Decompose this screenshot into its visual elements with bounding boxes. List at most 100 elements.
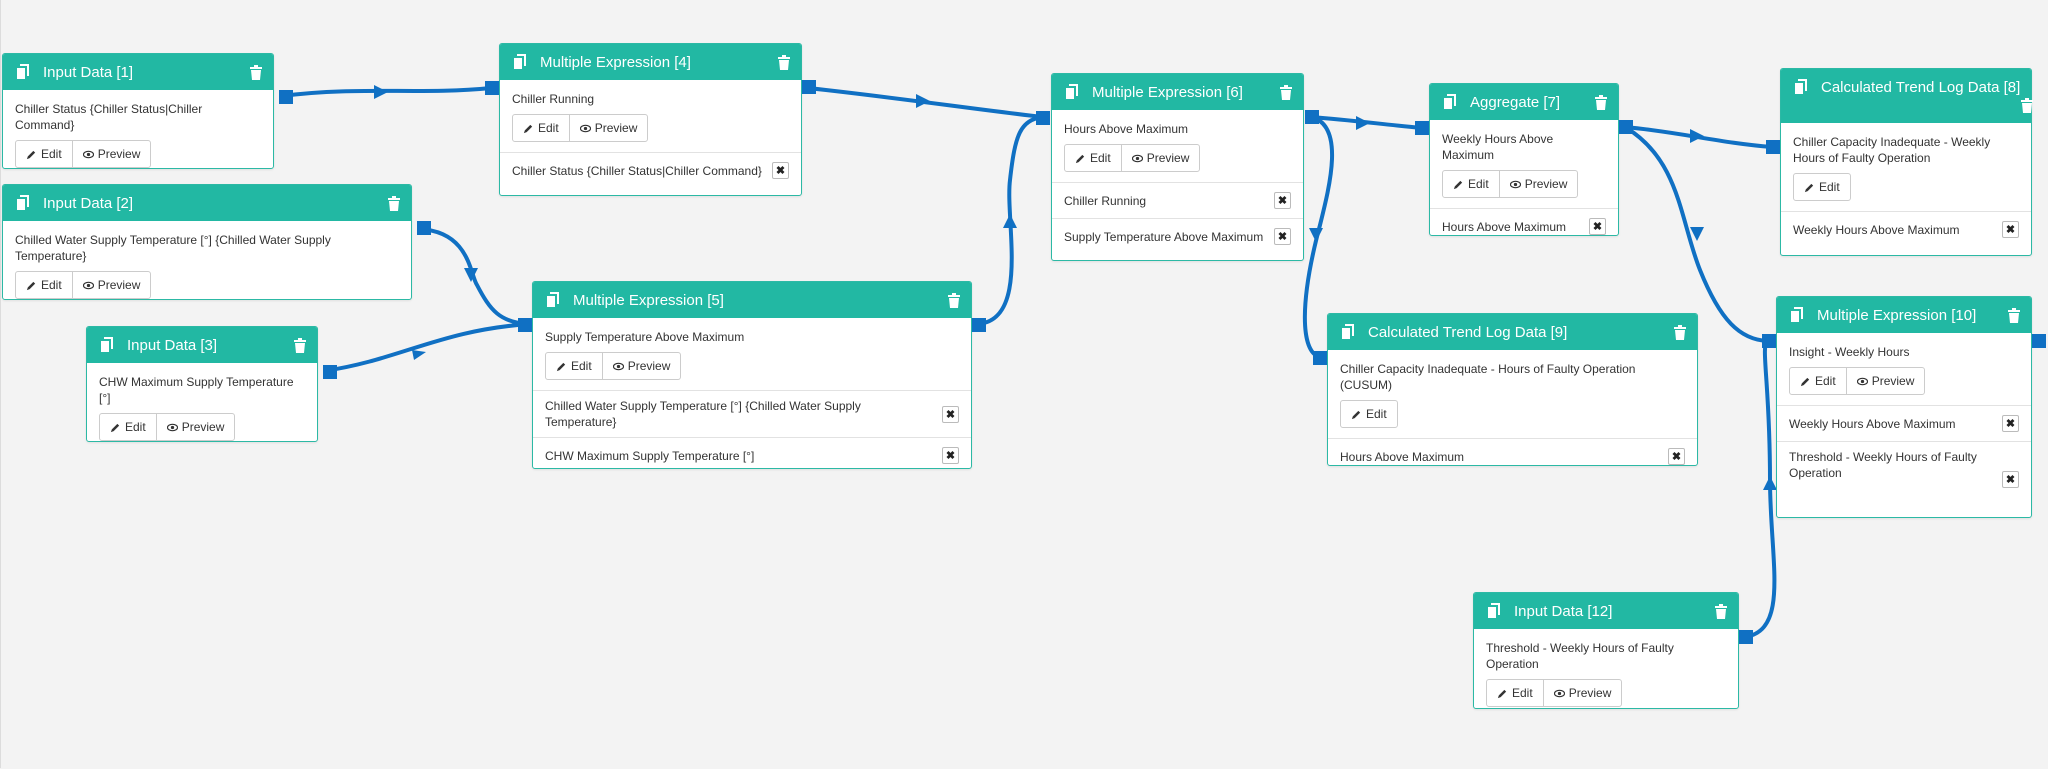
remove-input-button[interactable]: ✖ xyxy=(2002,415,2019,432)
preview-button[interactable]: Preview xyxy=(1120,145,1200,171)
eye-icon xyxy=(1856,377,1868,385)
preview-button[interactable]: Preview xyxy=(71,141,151,167)
pencil-icon xyxy=(26,281,36,290)
remove-input-button[interactable]: ✖ xyxy=(772,162,789,179)
edit-button[interactable]: Edit xyxy=(1794,174,1850,200)
node-title: Multiple Expression [4] xyxy=(540,53,691,71)
node-multiple-expression-4[interactable]: Multiple Expression [4] Chiller Running … xyxy=(485,43,816,196)
node-input-data-3[interactable]: Input Data [3] CHW Maximum Supply Temper… xyxy=(86,326,337,442)
trash-icon[interactable] xyxy=(2020,97,2034,113)
trash-icon[interactable] xyxy=(777,54,791,70)
edit-button[interactable]: Edit xyxy=(546,353,602,379)
preview-button[interactable]: Preview xyxy=(155,414,235,440)
node-header[interactable]: Input Data [12] xyxy=(1474,593,1738,629)
node-header[interactable]: Multiple Expression [10] xyxy=(1777,297,2031,333)
edit-button[interactable]: Edit xyxy=(16,272,72,298)
node-multiple-expression-10[interactable]: Multiple Expression [10] Insight - Weekl… xyxy=(1762,296,2046,518)
eye-icon xyxy=(1509,180,1521,188)
node-header[interactable]: Multiple Expression [4] xyxy=(500,44,801,80)
node-aggregate-7[interactable]: Aggregate [7] Weekly Hours Above Maximum… xyxy=(1415,83,1633,236)
input-label: Supply Temperature Above Maximum xyxy=(1064,229,1264,244)
node-header[interactable]: Aggregate [7] xyxy=(1430,84,1618,120)
remove-input-button[interactable]: ✖ xyxy=(1668,448,1685,465)
copy-icon xyxy=(17,64,29,79)
copy-icon xyxy=(1488,603,1500,618)
edit-button[interactable]: Edit xyxy=(513,115,569,141)
trash-icon[interactable] xyxy=(1594,94,1608,110)
input-port[interactable] xyxy=(1036,111,1050,125)
output-port[interactable] xyxy=(802,80,816,94)
preview-button[interactable]: Preview xyxy=(1845,368,1925,394)
preview-button[interactable]: Preview xyxy=(1542,680,1622,706)
trash-icon[interactable] xyxy=(387,195,401,211)
remove-input-button[interactable]: ✖ xyxy=(1589,218,1606,235)
node-input-data-1[interactable]: Input Data [1] Chiller Status {Chiller S… xyxy=(2,53,293,169)
node-header[interactable]: Calculated Trend Log Data [8] xyxy=(1781,69,2034,123)
node-header[interactable]: Input Data [2] xyxy=(3,185,411,221)
edit-button[interactable]: Edit xyxy=(16,141,72,167)
trash-icon[interactable] xyxy=(249,64,263,80)
node-output-label: Chiller Capacity Inadequate - Weekly Hou… xyxy=(1793,135,1991,165)
preview-button[interactable]: Preview xyxy=(568,115,648,141)
node-header[interactable]: Input Data [3] xyxy=(87,327,317,363)
edit-button[interactable]: Edit xyxy=(1341,401,1397,427)
input-port[interactable] xyxy=(485,81,499,95)
output-port[interactable] xyxy=(417,221,431,235)
output-port[interactable] xyxy=(1739,630,1753,644)
trash-icon[interactable] xyxy=(947,292,961,308)
output-port[interactable] xyxy=(2032,334,2046,348)
input-port[interactable] xyxy=(1766,140,1780,154)
input-label: Chiller Status {Chiller Status|Chiller C… xyxy=(512,163,762,178)
output-port[interactable] xyxy=(279,90,293,104)
trash-icon[interactable] xyxy=(293,337,307,353)
remove-input-button[interactable]: ✖ xyxy=(942,405,959,423)
trash-icon[interactable] xyxy=(1714,603,1728,619)
edit-button[interactable]: Edit xyxy=(1487,680,1543,706)
preview-button[interactable]: Preview xyxy=(601,353,681,379)
node-output-label: Weekly Hours Above Maximum xyxy=(1442,132,1554,162)
trash-icon[interactable] xyxy=(1279,84,1293,100)
edit-button[interactable]: Edit xyxy=(1065,145,1121,171)
pencil-icon xyxy=(1075,154,1085,163)
eye-icon xyxy=(82,150,94,158)
remove-input-button[interactable]: ✖ xyxy=(1274,192,1291,209)
input-port[interactable] xyxy=(1415,121,1429,135)
node-input-data-12[interactable]: Input Data [12] Threshold - Weekly Hours… xyxy=(1473,592,1753,709)
preview-button[interactable]: Preview xyxy=(1498,171,1578,197)
trash-icon[interactable] xyxy=(1673,324,1687,340)
node-calculated-trend-log-8[interactable]: Calculated Trend Log Data [8] Chiller Ca… xyxy=(1766,68,2034,256)
copy-icon xyxy=(547,292,559,307)
remove-input-button[interactable]: ✖ xyxy=(2002,221,2019,238)
edit-button[interactable]: Edit xyxy=(1443,171,1499,197)
node-header[interactable]: Multiple Expression [5] xyxy=(533,282,971,318)
node-header[interactable]: Input Data [1] xyxy=(3,54,273,90)
edit-button[interactable]: Edit xyxy=(1790,368,1846,394)
input-port[interactable] xyxy=(1313,351,1327,365)
node-input-data-2[interactable]: Input Data [2] Chilled Water Supply Temp… xyxy=(2,184,431,300)
node-multiple-expression-6[interactable]: Multiple Expression [6] Hours Above Maxi… xyxy=(1036,73,1319,261)
input-row: Chiller Running ✖ xyxy=(1052,182,1303,218)
remove-input-button[interactable]: ✖ xyxy=(942,447,959,464)
remove-input-button[interactable]: ✖ xyxy=(2002,471,2019,488)
node-title: Multiple Expression [5] xyxy=(573,291,724,309)
preview-button[interactable]: Preview xyxy=(71,272,151,298)
output-port[interactable] xyxy=(323,365,337,379)
node-title: Multiple Expression [10] xyxy=(1817,306,1977,324)
copy-icon xyxy=(1066,84,1078,99)
input-label: Hours Above Maximum xyxy=(1340,449,1465,464)
node-multiple-expression-5[interactable]: Multiple Expression [5] Supply Temperatu… xyxy=(518,281,986,469)
node-calculated-trend-log-9[interactable]: Calculated Trend Log Data [9] Chiller Ca… xyxy=(1313,313,1698,466)
node-output-label: Hours Above Maximum xyxy=(1064,122,1189,136)
remove-input-button[interactable]: ✖ xyxy=(1274,228,1291,245)
copy-icon xyxy=(1795,79,1807,94)
output-port[interactable] xyxy=(972,318,986,332)
output-port[interactable] xyxy=(1619,120,1633,134)
node-header[interactable]: Multiple Expression [6] xyxy=(1052,74,1303,110)
node-header[interactable]: Calculated Trend Log Data [9] xyxy=(1328,314,1697,350)
trash-icon[interactable] xyxy=(2007,307,2021,323)
edit-button[interactable]: Edit xyxy=(100,414,156,440)
input-row: Chilled Water Supply Temperature [°] {Ch… xyxy=(533,390,971,437)
input-port[interactable] xyxy=(1762,334,1776,348)
input-port[interactable] xyxy=(518,318,532,332)
output-port[interactable] xyxy=(1305,110,1319,124)
